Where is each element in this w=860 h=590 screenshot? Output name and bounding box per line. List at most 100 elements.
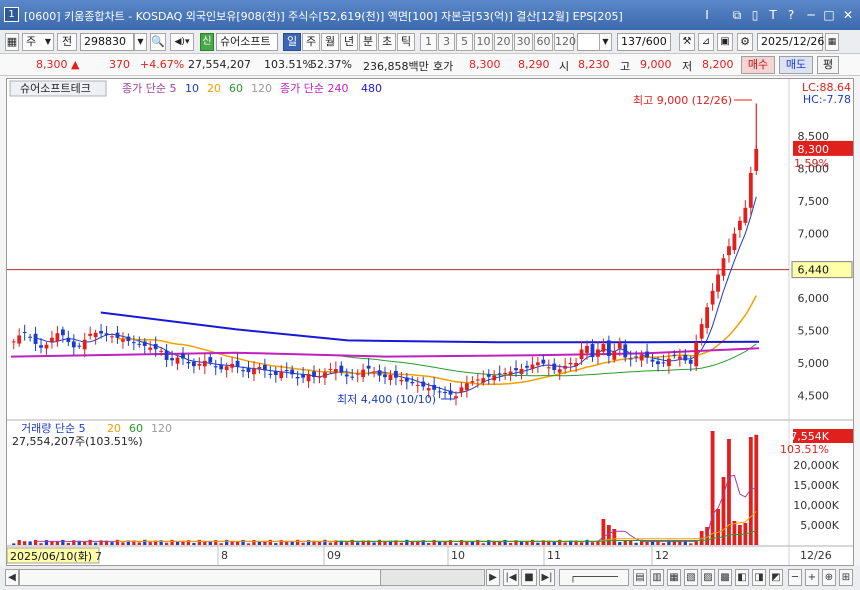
candle-body — [399, 379, 404, 382]
volume-bar — [61, 539, 65, 545]
volume-bar — [345, 542, 349, 545]
fit-icon[interactable]: ⊞ — [839, 569, 853, 586]
tool-icon-4[interactable]: ▧ — [684, 569, 698, 586]
search-icon[interactable]: 🔍 — [150, 33, 166, 51]
tool-icon-2[interactable]: ▥ — [650, 569, 664, 586]
save-icon[interactable]: ▣ — [717, 33, 733, 51]
hc-label: HC:-7.78 — [803, 93, 851, 106]
period-3[interactable]: 3 — [438, 33, 455, 51]
last-icon[interactable]: ▶| — [539, 569, 555, 586]
indicator-icon[interactable]: ⚒ — [679, 33, 695, 51]
candle-body — [137, 343, 142, 345]
close-icon[interactable]: ✕ — [840, 7, 856, 23]
tab-week[interactable]: 주 — [302, 33, 320, 51]
candle-body — [710, 290, 715, 305]
tab-second[interactable]: 초 — [378, 33, 396, 51]
volume-bar-high — [732, 521, 737, 545]
tool-icon-1[interactable]: ▤ — [633, 569, 647, 586]
chart-type-icon[interactable]: ⊿ — [698, 33, 714, 51]
volume-bar — [476, 539, 480, 545]
candle-body — [606, 340, 611, 356]
volume-bar — [399, 542, 404, 545]
legend-item: 종가 단순 5 — [122, 82, 176, 95]
x-axis-label: 10 — [451, 549, 465, 562]
period-10[interactable]: 10 — [474, 33, 493, 51]
tab-day[interactable]: 일 — [283, 33, 301, 51]
volume-current-label: 27,554K — [783, 430, 829, 443]
candle-body — [350, 376, 355, 378]
zoom-in-icon[interactable]: + — [805, 569, 819, 586]
tab-month[interactable]: 월 — [321, 33, 339, 51]
tool-icon-6[interactable]: ▩ — [718, 569, 732, 586]
date-field[interactable]: 2025/12/26 — [757, 33, 824, 51]
candle-body — [568, 362, 573, 365]
stock-code-dropdown-icon[interactable]: ▼ — [134, 33, 147, 51]
help-icon[interactable]: ? — [783, 7, 799, 23]
volume-bar — [296, 539, 300, 545]
tool-icon-3[interactable]: ▦ — [667, 569, 681, 586]
font-icon[interactable]: T — [765, 7, 781, 23]
candle-body — [126, 336, 131, 342]
candle-body — [377, 370, 382, 376]
candle-body — [617, 343, 622, 349]
trade-amount: 236,858백만 — [363, 60, 429, 73]
candle-body — [585, 345, 589, 353]
candle-body — [716, 274, 720, 292]
eval-button[interactable]: 평 — [817, 56, 839, 74]
scroll-right-icon[interactable]: ▶ — [486, 569, 500, 586]
tab-year[interactable]: 년 — [340, 33, 358, 51]
scroll-thumb[interactable] — [380, 569, 485, 586]
stop-icon[interactable]: ■ — [521, 569, 537, 586]
tool-icon-9[interactable]: ◩ — [769, 569, 783, 586]
zoom-slider[interactable]: ┌─────── — [559, 569, 629, 586]
calendar-icon[interactable]: ▦ — [825, 33, 839, 51]
volume-bar — [110, 542, 114, 545]
restore-icon[interactable]: ⧉ — [729, 7, 745, 23]
volume-bar — [263, 541, 267, 545]
scroll-left-icon[interactable]: ◀ — [5, 569, 19, 586]
candle-body — [612, 351, 617, 360]
ma60-line — [335, 343, 757, 377]
tool-icon-7[interactable]: ◧ — [735, 569, 749, 586]
tool-icon-8[interactable]: ◨ — [752, 569, 766, 586]
chart-title: 슈어소프트테크 — [20, 82, 91, 95]
period-20[interactable]: 20 — [494, 33, 513, 51]
tab-minute[interactable]: 분 — [359, 33, 377, 51]
buy-button[interactable]: 매수 — [741, 56, 775, 74]
tool-icon-5[interactable]: ▨ — [701, 569, 715, 586]
period-1[interactable]: 1 — [420, 33, 437, 51]
volume-bar — [508, 542, 513, 545]
pin-icon[interactable]: ▯ — [747, 7, 763, 23]
zoom-out-icon[interactable]: ─ — [788, 569, 802, 586]
period-60[interactable]: 60 — [534, 33, 553, 51]
candle-body — [574, 362, 579, 367]
trade-volume: 27,554,207 — [188, 58, 251, 71]
sell-button[interactable]: 매도 — [779, 56, 813, 74]
speaker-icon[interactable]: ◀)▾ — [170, 33, 194, 51]
period-dropdown-icon[interactable]: ▼ — [599, 33, 612, 51]
bar-count-field[interactable]: 137/600 — [617, 33, 671, 51]
chart-canvas[interactable]: 8,5008,0007,5007,0006,0005,5005,0004,500… — [7, 79, 853, 565]
market-select[interactable]: 주 ▼ — [22, 33, 54, 51]
x-axis-label: 12/26 — [800, 549, 832, 562]
first-icon[interactable]: |◀ — [503, 569, 519, 586]
credit-badge: 신 — [200, 33, 214, 51]
chart-area[interactable]: 8,500 8,000 7,500 7,000 6,000 5,500 5,000 4,500… — [6, 78, 854, 566]
candle-body — [601, 344, 606, 352]
volume-bar — [279, 540, 283, 545]
extra-icon[interactable]: I — [699, 7, 715, 23]
maximize-icon[interactable]: □ — [821, 7, 837, 23]
period-30[interactable]: 30 — [514, 33, 533, 51]
prev-button[interactable]: 전 — [57, 33, 77, 51]
gear-icon[interactable]: ⚙ — [737, 33, 753, 51]
volume-bar — [225, 539, 229, 545]
minimize-icon[interactable]: ─ — [803, 7, 819, 23]
expand-icon[interactable]: ⊕ — [822, 569, 836, 586]
grid-icon[interactable]: ▦ — [5, 33, 19, 51]
candle-body — [273, 370, 278, 375]
stock-code-input[interactable]: 298830 — [80, 33, 134, 51]
period-5[interactable]: 5 — [456, 33, 473, 51]
tab-tick[interactable]: 틱 — [397, 33, 415, 51]
period-120[interactable]: 120 — [554, 33, 576, 51]
volume-bar — [186, 540, 191, 545]
